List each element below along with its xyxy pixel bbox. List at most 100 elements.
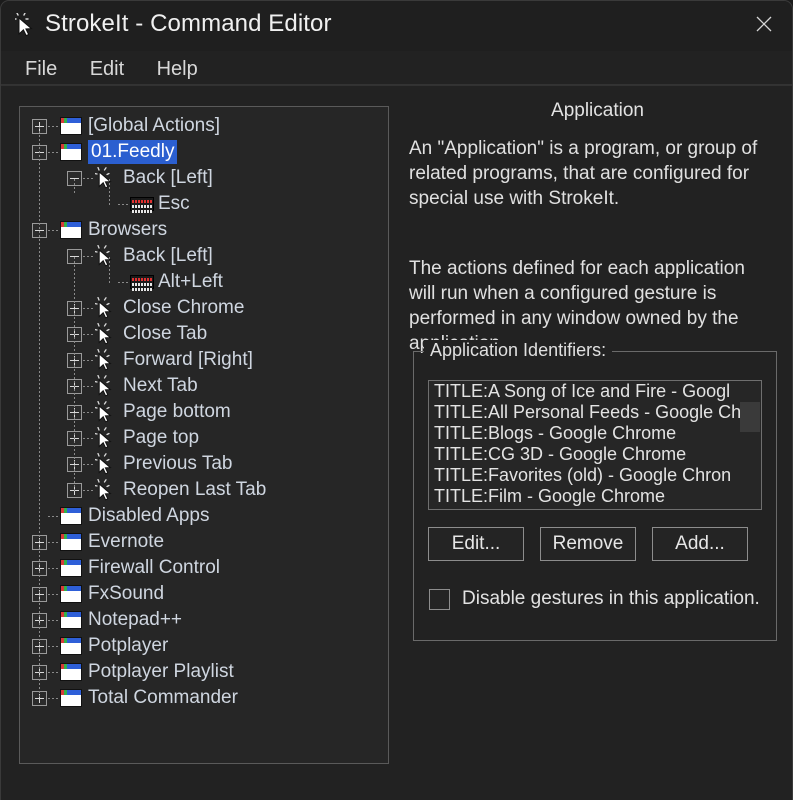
tree-item-label: Page bottom <box>123 401 231 422</box>
tree-branch-line <box>74 257 75 491</box>
tree-item-label: Esc <box>158 193 190 214</box>
listbox-scrollbar-thumb[interactable] <box>740 402 760 432</box>
tree-item-label: Disabled Apps <box>88 505 210 526</box>
tree-item-label: Potplayer Playlist <box>88 661 234 682</box>
tree-trunk-line <box>39 127 40 699</box>
tree-item[interactable]: 01.Feedly <box>20 139 388 165</box>
tree-connector-line <box>83 386 94 387</box>
title-bar[interactable]: StrokeIt - Command Editor <box>1 1 792 51</box>
gesture-cursor-icon <box>94 452 117 475</box>
app-window-icon <box>60 611 82 629</box>
gesture-cursor-icon <box>94 374 117 397</box>
tree-connector-line <box>48 594 59 595</box>
details-panel: Application An "Application" is a progra… <box>401 86 792 799</box>
tree-item[interactable]: [Global Actions] <box>20 113 388 139</box>
list-item[interactable]: TITLE:Blogs - Google Chrome <box>429 423 761 444</box>
tree-branch-line <box>109 179 110 205</box>
disable-gestures-row[interactable]: Disable gestures in this application. <box>429 587 760 611</box>
command-tree[interactable]: [Global Actions] 01.Feedly Back [Left] Esc B… <box>20 107 388 763</box>
tree-connector-line <box>118 204 129 205</box>
tree-connector-line <box>48 620 59 621</box>
tree-item[interactable]: FxSound <box>20 581 388 607</box>
edit-button[interactable]: Edit... <box>428 527 524 561</box>
tree-item[interactable]: Reopen Last Tab <box>20 477 388 503</box>
tree-item-label: Back [Left] <box>123 245 213 266</box>
tree-item[interactable]: Forward [Right] <box>20 347 388 373</box>
tree-item-label: Reopen Last Tab <box>123 479 267 500</box>
tree-connector-line <box>48 126 59 127</box>
app-window-icon <box>60 507 82 525</box>
tree-item[interactable]: Next Tab <box>20 373 388 399</box>
gesture-cursor-icon <box>94 296 117 319</box>
keyboard-icon <box>130 275 154 291</box>
tree-item-label: Previous Tab <box>123 453 233 474</box>
tree-item-label: 01.Feedly <box>88 140 178 164</box>
identifiers-listbox[interactable]: TITLE:A Song of Ice and Fire - Googl TITL… <box>428 380 762 510</box>
disable-gestures-label: Disable gestures in this application. <box>462 588 760 609</box>
tree-item[interactable]: Browsers <box>20 217 388 243</box>
application-identifiers-group: Application Identifiers: TITLE:A Song of… <box>413 340 777 641</box>
tree-connector-line <box>83 412 94 413</box>
command-editor-window: StrokeIt - Command Editor File Edit Help… <box>0 0 793 800</box>
list-item[interactable]: TITLE:CG 3D - Google Chrome <box>429 444 761 465</box>
tree-item[interactable]: Page bottom <box>20 399 388 425</box>
menu-file[interactable]: File <box>11 51 71 85</box>
tree-branch-line <box>74 179 75 193</box>
disable-gestures-checkbox[interactable] <box>429 588 450 610</box>
gesture-cursor-icon <box>94 478 117 501</box>
gesture-cursor-icon <box>94 426 117 449</box>
add-button[interactable]: Add... <box>652 527 748 561</box>
list-item[interactable]: TITLE:A Song of Ice and Fire - Googl <box>429 381 761 402</box>
tree-item[interactable]: Back [Left] <box>20 165 388 191</box>
tree-connector-line <box>83 438 94 439</box>
tree-item[interactable]: Potplayer Playlist <box>20 659 388 685</box>
tree-item[interactable]: Total Commander <box>20 685 388 711</box>
tree-item[interactable]: Close Chrome <box>20 295 388 321</box>
tree-item[interactable]: Esc <box>20 191 388 217</box>
tree-item[interactable]: Back [Left] <box>20 243 388 269</box>
tree-connector-line <box>48 516 59 517</box>
tree-item-label: Close Chrome <box>123 297 245 318</box>
tree-item-label: Notepad++ <box>88 609 183 630</box>
page-title: Application <box>551 100 644 121</box>
list-item[interactable]: TITLE:Favorites (old) - Google Chron <box>429 465 761 486</box>
tree-item[interactable]: Firewall Control <box>20 555 388 581</box>
tree-connector-line <box>48 646 59 647</box>
tree-item-label: Evernote <box>88 531 165 552</box>
tree-connector-line <box>83 334 94 335</box>
close-icon[interactable] <box>736 1 792 47</box>
tree-connector-line <box>83 464 94 465</box>
list-item[interactable]: TITLE:All Personal Feeds - Google Ch <box>429 402 761 423</box>
tree-item-label: Firewall Control <box>88 557 220 578</box>
gesture-cursor-icon <box>94 400 117 423</box>
app-window-icon <box>60 585 82 603</box>
tree-item-label: [Global Actions] <box>88 115 221 136</box>
app-window-icon <box>60 143 82 161</box>
tree-item-label: Close Tab <box>123 323 208 344</box>
menu-edit[interactable]: Edit <box>76 51 138 85</box>
tree-item[interactable]: Potplayer <box>20 633 388 659</box>
tree-item-label: Total Commander <box>88 687 238 708</box>
list-item[interactable]: TITLE:Film - Google Chrome <box>429 486 761 507</box>
tree-item[interactable]: Close Tab <box>20 321 388 347</box>
tree-item[interactable]: Evernote <box>20 529 388 555</box>
remove-button[interactable]: Remove <box>540 527 636 561</box>
app-window-icon <box>60 689 82 707</box>
tree-connector-line <box>83 490 94 491</box>
tree-item[interactable]: Alt+Left <box>20 269 388 295</box>
keyboard-icon <box>130 197 154 213</box>
tree-connector-line <box>83 178 94 179</box>
tree-item[interactable]: Disabled Apps <box>20 503 388 529</box>
identifiers-list-items[interactable]: TITLE:A Song of Ice and Fire - Googl TITL… <box>429 381 761 507</box>
tree-connector-line <box>48 568 59 569</box>
tree-item[interactable]: Page top <box>20 425 388 451</box>
tree-connector-line <box>83 308 94 309</box>
tree-item[interactable]: Previous Tab <box>20 451 388 477</box>
menu-help[interactable]: Help <box>143 51 212 85</box>
tree-item[interactable]: Notepad++ <box>20 607 388 633</box>
app-window-icon <box>60 533 82 551</box>
tree-item-label: Alt+Left <box>158 271 223 292</box>
command-tree-panel[interactable]: [Global Actions] 01.Feedly Back [Left] Esc B… <box>19 106 389 764</box>
tree-item-label: Next Tab <box>123 375 198 396</box>
app-window-icon <box>60 221 82 239</box>
